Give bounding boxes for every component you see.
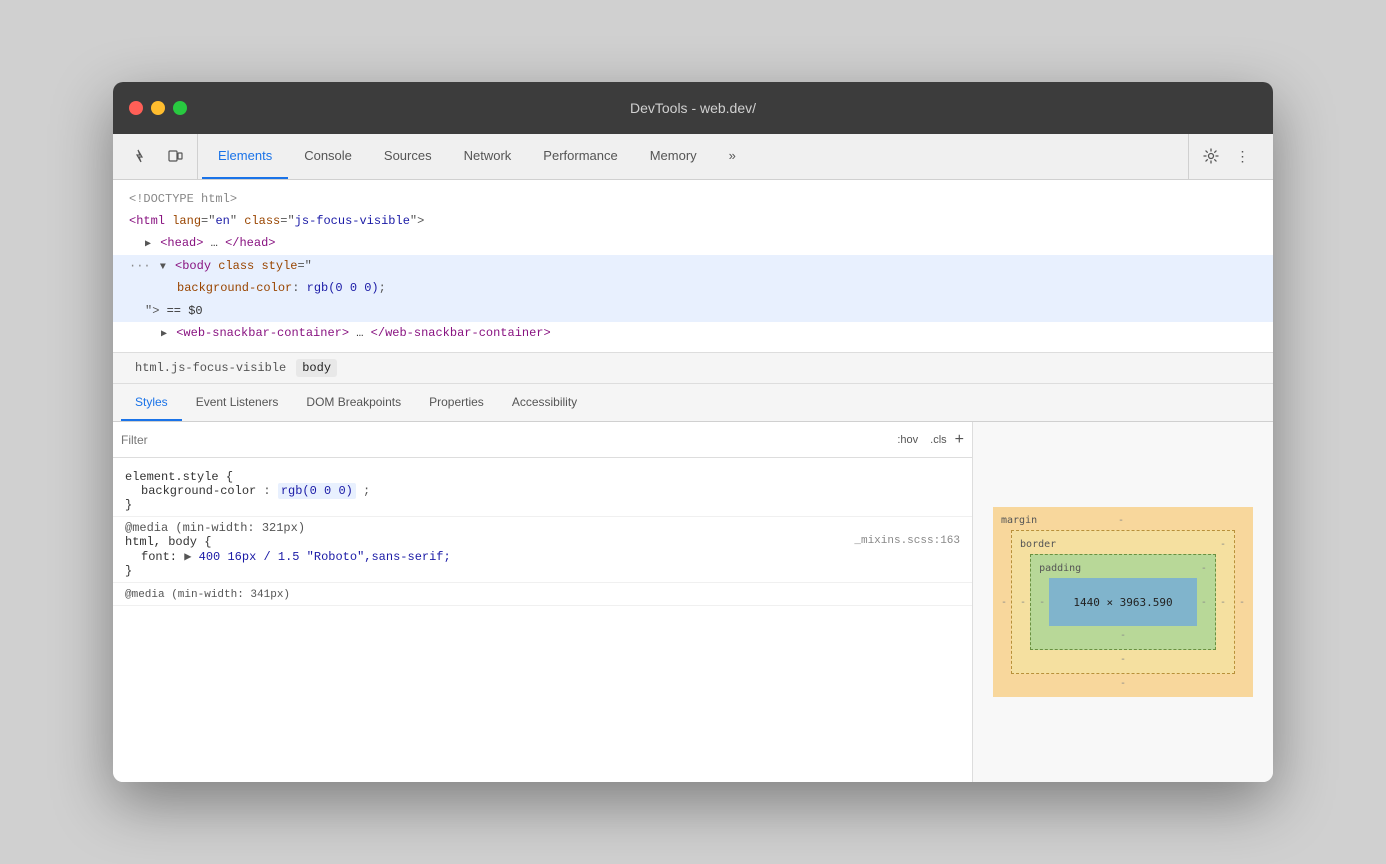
hov-button[interactable]: :hov xyxy=(893,432,922,448)
styles-content: element.style { background-color : rgb(0… xyxy=(113,458,972,782)
box-margin: margin - - border - - xyxy=(993,507,1253,697)
settings-icon[interactable] xyxy=(1197,142,1225,170)
window-title: DevTools - web.dev/ xyxy=(630,100,756,116)
dom-line-html[interactable]: <html lang="en" class="js-focus-visible"… xyxy=(113,210,1273,232)
titlebar: DevTools - web.dev/ xyxy=(113,82,1273,134)
dom-line-eq[interactable]: "> == $0 xyxy=(113,300,1273,322)
tab-bar: Elements Console Sources Network Perform… xyxy=(113,134,1273,180)
tab-memory[interactable]: Memory xyxy=(634,134,713,179)
box-content: 1440 × 3963.590 xyxy=(1049,578,1197,626)
tab-network[interactable]: Network xyxy=(448,134,528,179)
dom-line-snackbar[interactable]: ▶ <web-snackbar-container> … </web-snack… xyxy=(113,322,1273,344)
traffic-lights xyxy=(129,101,187,115)
more-options-icon[interactable]: ⋮ xyxy=(1229,142,1257,170)
subtab-event-listeners[interactable]: Event Listeners xyxy=(182,384,293,421)
style-rule-element: element.style { background-color : rgb(0… xyxy=(113,466,972,517)
style-rule-media: @media (min-width: 321px) html, body { _… xyxy=(113,517,972,583)
device-toolbar-icon[interactable] xyxy=(161,142,189,170)
boxmodel-panel: margin - - border - - xyxy=(973,422,1273,782)
filter-input[interactable] xyxy=(121,433,889,447)
box-border: border - - padding - - xyxy=(1011,530,1235,674)
subtab-accessibility[interactable]: Accessibility xyxy=(498,384,591,421)
subtab-properties[interactable]: Properties xyxy=(415,384,498,421)
dom-line-body[interactable]: ··· ▼ <body class style=" xyxy=(113,255,1273,277)
close-button[interactable] xyxy=(129,101,143,115)
breadcrumb-body[interactable]: body xyxy=(296,359,337,377)
subtab-bar: Styles Event Listeners DOM Breakpoints P… xyxy=(113,384,1273,422)
tab-more[interactable]: » xyxy=(713,134,752,179)
cls-button[interactable]: .cls xyxy=(926,432,951,448)
subtab-dom-breakpoints[interactable]: DOM Breakpoints xyxy=(292,384,415,421)
dom-line-head[interactable]: ▶ <head> … </head> xyxy=(113,232,1273,254)
dom-line-bgcolor[interactable]: background-color: rgb(0 0 0); xyxy=(113,277,1273,299)
box-padding: padding - - 1440 × 3963.590 - xyxy=(1030,554,1216,650)
minimize-button[interactable] xyxy=(151,101,165,115)
styles-panel: :hov .cls + element.style { background-c… xyxy=(113,422,973,782)
main-split: :hov .cls + element.style { background-c… xyxy=(113,422,1273,782)
tab-elements[interactable]: Elements xyxy=(202,134,288,179)
add-style-button[interactable]: + xyxy=(955,431,964,449)
maximize-button[interactable] xyxy=(173,101,187,115)
tab-performance[interactable]: Performance xyxy=(527,134,633,179)
devtools-window: DevTools - web.dev/ Elements Console Sou xyxy=(113,82,1273,783)
inspect-icon[interactable] xyxy=(129,142,157,170)
dom-line-doctype[interactable]: <!DOCTYPE html> xyxy=(113,188,1273,210)
breadcrumb-bar: html.js-focus-visible body xyxy=(113,352,1273,384)
style-rule-partial: @media (min-width: 341px) xyxy=(113,583,972,606)
breadcrumb-html[interactable]: html.js-focus-visible xyxy=(129,359,292,377)
filter-bar: :hov .cls + xyxy=(113,422,972,458)
tabbar-right-icons: ⋮ xyxy=(1188,134,1265,179)
tab-sources[interactable]: Sources xyxy=(368,134,448,179)
subtab-styles[interactable]: Styles xyxy=(121,384,182,421)
toolbar-icons xyxy=(121,134,198,179)
tab-console[interactable]: Console xyxy=(288,134,368,179)
dom-panel: <!DOCTYPE html> <html lang="en" class="j… xyxy=(113,180,1273,353)
